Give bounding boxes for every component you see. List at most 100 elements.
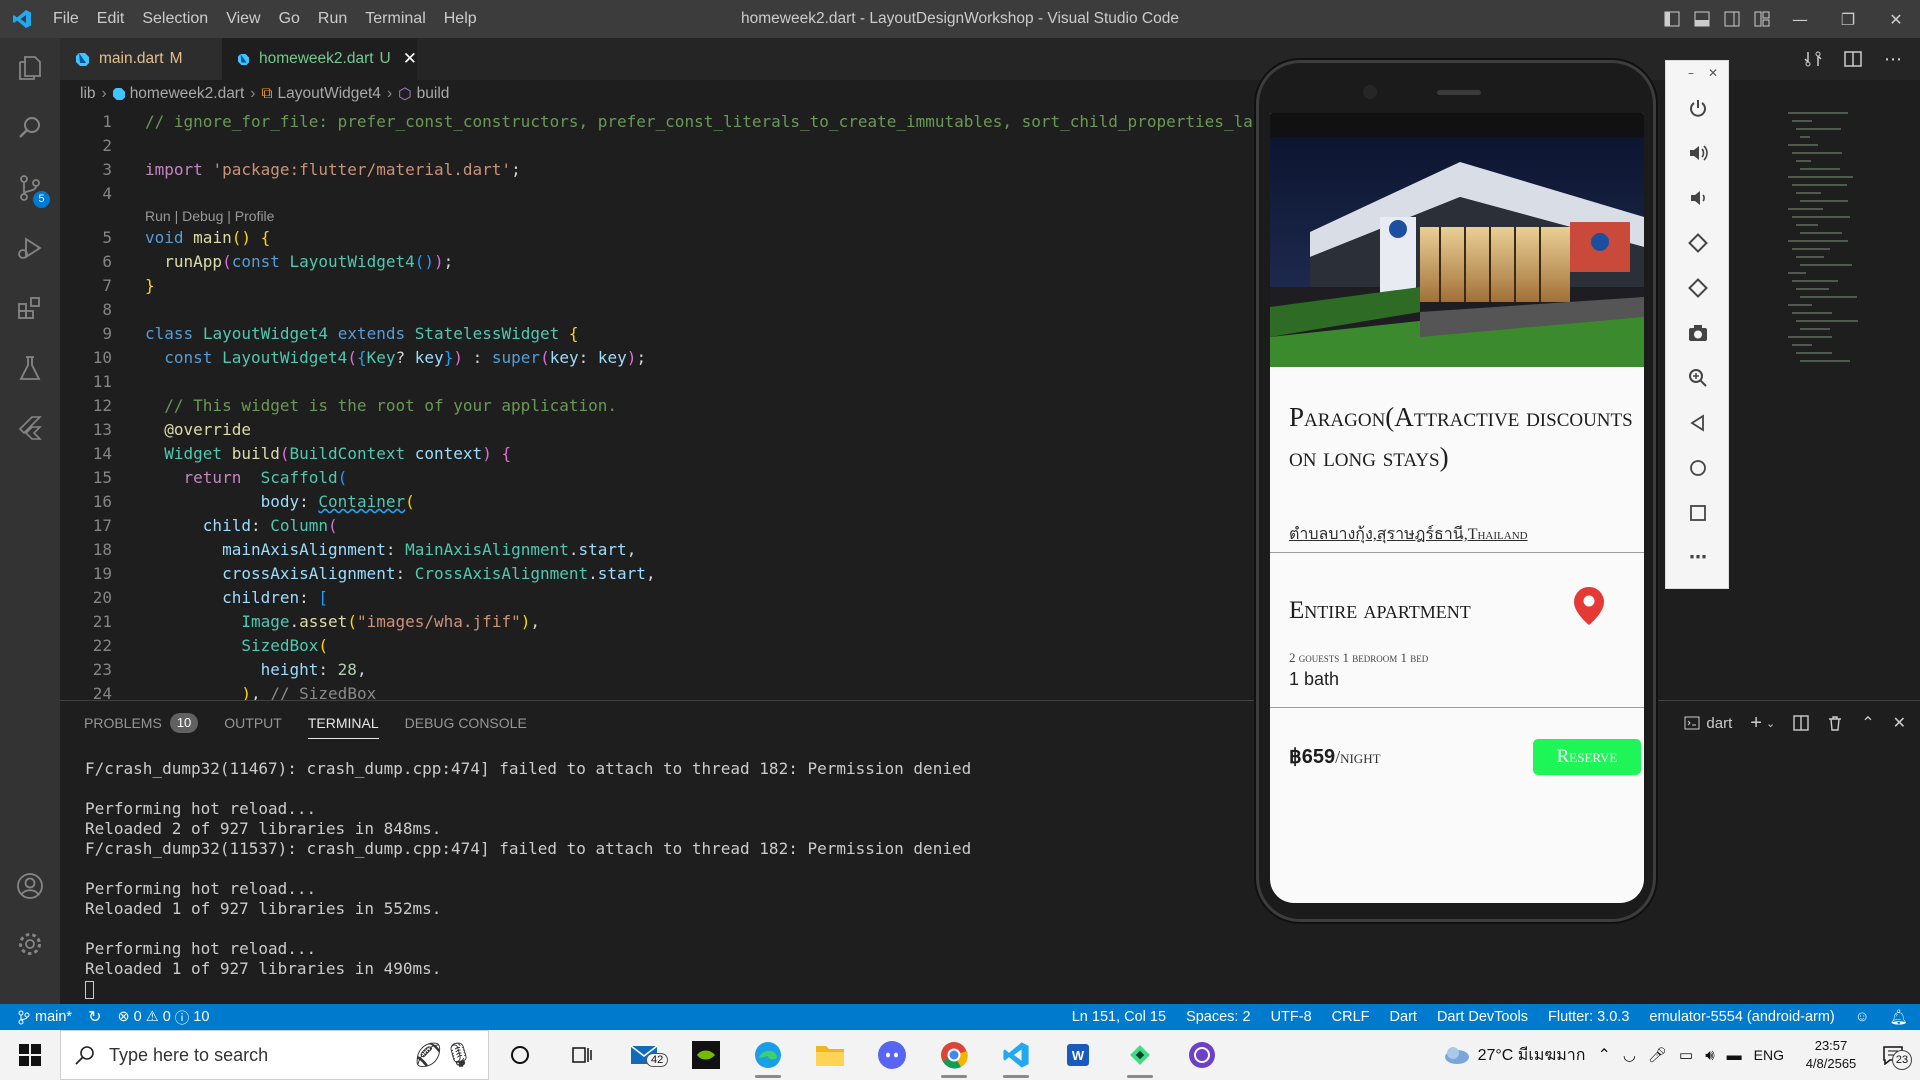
run-debug-icon[interactable] (0, 218, 60, 278)
tab-terminal[interactable]: TERMINAL (307, 701, 379, 745)
menu-selection[interactable]: Selection (133, 10, 217, 28)
taskbar-search-input[interactable]: Type here to search 🏈︎🎙︎ (60, 1030, 489, 1080)
maximize-panel-icon[interactable]: ⌃ (1861, 713, 1874, 733)
breadcrumb-lib[interactable]: lib (80, 85, 96, 103)
breadcrumb-file[interactable]: homeweek2.dart (130, 85, 245, 103)
terminal-output[interactable]: F/crash_dump32(11467): crash_dump.cpp:47… (85, 759, 971, 999)
nvidia-icon[interactable] (675, 1030, 737, 1080)
testing-icon[interactable] (0, 338, 60, 398)
menu-terminal[interactable]: Terminal (356, 10, 434, 28)
open-changes-icon[interactable] (1804, 50, 1822, 68)
close-panel-icon[interactable]: ✕ (1893, 713, 1906, 733)
extensions-icon[interactable] (0, 278, 60, 338)
dart-devtools[interactable]: Dart DevTools (1437, 1009, 1528, 1025)
display-icon[interactable]: ▬ (1727, 1047, 1742, 1064)
rotate-right-icon[interactable] (1666, 265, 1730, 310)
cursor-position[interactable]: Ln 151, Col 15 (1072, 1009, 1166, 1025)
toggle-panel-icon[interactable] (1694, 11, 1710, 27)
sync-icon[interactable]: ↻ (88, 1007, 101, 1027)
home-icon[interactable] (1666, 445, 1730, 490)
toggle-secondary-sidebar-icon[interactable] (1724, 11, 1740, 27)
reserve-button[interactable]: Reserve (1533, 739, 1641, 775)
minimize-icon[interactable]: — (1776, 0, 1824, 38)
trash-icon[interactable] (1827, 715, 1843, 731)
flutter-icon[interactable] (0, 398, 60, 458)
chrome-icon[interactable] (923, 1030, 985, 1080)
github-desktop-icon[interactable] (1171, 1030, 1233, 1080)
menu-view[interactable]: View (217, 10, 269, 28)
customize-layout-icon[interactable] (1754, 11, 1770, 27)
menu-run[interactable]: Run (309, 10, 356, 28)
notifications-bell-icon[interactable]: 🔔︎ (1890, 1009, 1908, 1026)
action-center-icon[interactable]: 23 (1878, 1040, 1912, 1070)
menu-edit[interactable]: Edit (88, 10, 134, 28)
camera-icon[interactable] (1666, 310, 1730, 355)
device-selector[interactable]: emulator-5554 (android-arm) (1649, 1009, 1834, 1025)
chevron-down-icon[interactable]: ⌄ (1766, 717, 1775, 730)
microphone-icon[interactable]: 🎤︎ (1648, 1046, 1667, 1064)
file-explorer-icon[interactable] (799, 1030, 861, 1080)
wifi-icon[interactable]: ◡ (1623, 1046, 1636, 1064)
tab-output[interactable]: OUTPUT (224, 701, 282, 745)
terminal-selector[interactable]: dart (1684, 715, 1732, 732)
device-screen[interactable]: Paragon(Attractive discounts on long sta… (1270, 113, 1644, 903)
git-branch[interactable]: main* (18, 1009, 72, 1025)
cortana-icon[interactable] (489, 1030, 551, 1080)
weather-widget[interactable]: 27°C มีเมฆมาก (1442, 1043, 1585, 1068)
indentation[interactable]: Spaces: 2 (1186, 1009, 1251, 1025)
more-actions-icon[interactable]: ⋯ (1884, 49, 1902, 70)
overview-icon[interactable] (1666, 490, 1730, 535)
volume-down-icon[interactable] (1666, 175, 1730, 220)
close-window-icon[interactable]: ✕ (1872, 0, 1920, 38)
problems-summary[interactable]: ⊗ 0 ⚠ 0 ⓘ 10 (117, 1007, 209, 1028)
breadcrumb-method[interactable]: build (417, 85, 450, 103)
new-terminal-icon[interactable]: + (1750, 712, 1762, 735)
volume-up-icon[interactable] (1666, 130, 1730, 175)
android-emulator-icon[interactable] (1109, 1030, 1171, 1080)
chevron-up-icon[interactable]: ⌃ (1597, 1045, 1610, 1065)
end-of-line[interactable]: CRLF (1332, 1009, 1370, 1025)
more-icon[interactable]: ⋯ (1666, 535, 1730, 580)
power-icon[interactable] (1666, 85, 1730, 130)
tab-problems[interactable]: PROBLEMS 10 (84, 701, 199, 745)
clock[interactable]: 23:57 4/8/2565 (1796, 1037, 1866, 1073)
back-icon[interactable] (1666, 400, 1730, 445)
split-editor-icon[interactable] (1844, 50, 1862, 68)
vscode-taskbar-icon[interactable] (985, 1030, 1047, 1080)
tab-main-dart[interactable]: main.dart M (60, 38, 222, 80)
rotate-left-icon[interactable] (1666, 220, 1730, 265)
zoom-icon[interactable] (1666, 355, 1730, 400)
menu-file[interactable]: File (44, 10, 88, 28)
edge-browser-icon[interactable] (737, 1030, 799, 1080)
account-icon[interactable] (0, 856, 60, 916)
tab-debug-console[interactable]: DEBUG CONSOLE (405, 701, 527, 745)
split-terminal-icon[interactable] (1793, 715, 1809, 731)
location-pin-icon[interactable] (1574, 587, 1604, 625)
encoding[interactable]: UTF-8 (1271, 1009, 1312, 1025)
toggle-primary-sidebar-icon[interactable] (1664, 11, 1680, 27)
feedback-icon[interactable]: ☺ (1855, 1009, 1870, 1025)
breadcrumb-class[interactable]: LayoutWidget4 (278, 85, 381, 103)
code-editor[interactable]: 1// ignore_for_file: prefer_const_constr… (60, 108, 1260, 700)
source-control-icon[interactable]: 5 (0, 158, 60, 218)
volume-icon[interactable]: 🔊︎ (1705, 1047, 1714, 1064)
windows-start-icon[interactable] (0, 1030, 60, 1080)
minimize-icon[interactable]: – (1688, 66, 1694, 80)
mail-icon[interactable]: 42 (613, 1030, 675, 1080)
language-mode[interactable]: Dart (1390, 1009, 1417, 1025)
minimap[interactable] (1788, 108, 1908, 438)
vscode-logo-icon[interactable] (0, 0, 44, 38)
word-icon[interactable]: W (1047, 1030, 1109, 1080)
battery-icon[interactable]: ▭ (1679, 1046, 1693, 1064)
menu-help[interactable]: Help (435, 10, 486, 28)
input-language[interactable]: ENG (1754, 1047, 1784, 1063)
search-icon[interactable] (0, 98, 60, 158)
settings-gear-icon[interactable] (0, 914, 60, 974)
explorer-icon[interactable] (0, 38, 60, 98)
flutter-version[interactable]: Flutter: 3.0.3 (1548, 1009, 1629, 1025)
close-tab-icon[interactable]: ✕ (403, 49, 417, 69)
codelens-run-debug-profile[interactable]: Run | Debug | Profile (145, 206, 274, 226)
menu-go[interactable]: Go (270, 10, 309, 28)
close-icon[interactable]: ✕ (1708, 66, 1718, 80)
tab-homeweek2-dart[interactable]: homeweek2.dart U ✕ (222, 38, 417, 80)
